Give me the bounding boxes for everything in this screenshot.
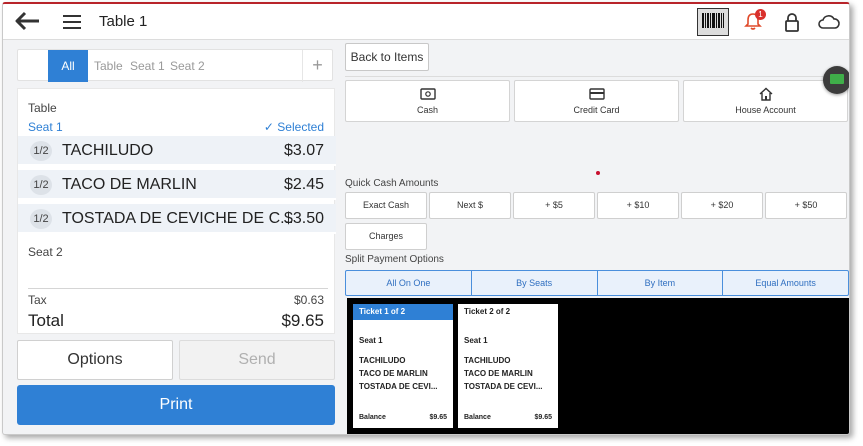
order-item-row[interactable]: 1/2 TACHILUDO $3.07 xyxy=(18,136,336,166)
item-quantity-badge: 1/2 xyxy=(30,175,52,195)
plus-50-button[interactable]: + $50 xyxy=(765,192,847,219)
menu-icon[interactable] xyxy=(63,15,81,29)
ticket-balance-value: $9.65 xyxy=(429,414,447,421)
notification-badge: 1 xyxy=(755,9,766,20)
ticket-header: Ticket 2 of 2 xyxy=(464,307,511,316)
next-dollar-button[interactable]: Next $ xyxy=(429,192,511,219)
item-name: TOSTADA DE CEVICHE DE C... xyxy=(62,210,294,227)
tax-label: Tax xyxy=(28,293,47,307)
credit-card-payment-button[interactable]: Credit Card xyxy=(514,80,679,122)
print-button[interactable]: Print xyxy=(17,385,335,425)
tab-seat-1[interactable]: Seat 1 xyxy=(130,50,165,82)
ticket-items: TACHILUDO TACO DE MARLIN TOSTADA DE CEVI… xyxy=(359,354,438,393)
ticket-seat: Seat 1 xyxy=(359,336,383,345)
order-list: Table Seat 1 ✓ Selected 1/2 TACHILUDO $3… xyxy=(17,88,336,334)
app-window: Table 1 1 All Table Seat 1 Seat 2 + Tabl… xyxy=(2,2,850,435)
chat-button[interactable] xyxy=(823,66,849,94)
order-panel: All Table Seat 1 Seat 2 + Table Seat 1 ✓… xyxy=(13,42,336,434)
seat-tabs: All Table Seat 1 Seat 2 + xyxy=(17,49,333,82)
item-quantity-badge: 1/2 xyxy=(30,141,52,161)
ticket-item: TACHILUDO xyxy=(464,356,511,365)
exact-cash-button[interactable]: Exact Cash xyxy=(345,192,427,219)
notifications-button[interactable]: 1 xyxy=(743,9,766,33)
cloud-icon[interactable] xyxy=(817,14,841,30)
item-quantity-badge: 1/2 xyxy=(30,209,52,229)
back-arrow-icon[interactable] xyxy=(15,11,41,31)
ticket-balance-label: Balance xyxy=(359,414,386,421)
back-to-items-button[interactable]: Back to Items xyxy=(345,43,429,71)
selected-indicator: ✓ Selected xyxy=(263,120,324,134)
ticket-item: TACO DE MARLIN xyxy=(359,369,428,378)
split-by-item[interactable]: By Item xyxy=(598,271,724,295)
header-divider xyxy=(345,76,849,77)
ticket-item: TOSTADA DE CEVI... xyxy=(359,382,438,391)
cash-icon xyxy=(419,88,436,100)
total-value: $9.65 xyxy=(281,311,324,330)
lock-icon[interactable] xyxy=(783,12,801,32)
ticket-balance-label: Balance xyxy=(464,414,491,421)
ticket-card[interactable]: Ticket 2 of 2 Seat 1 TACHILUDO TACO DE M… xyxy=(458,304,558,428)
quick-cash-title: Quick Cash Amounts xyxy=(345,178,439,189)
add-seat-button[interactable]: + xyxy=(302,50,332,82)
ticket-item: TACO DE MARLIN xyxy=(464,369,533,378)
ticket-items: TACHILUDO TACO DE MARLIN TOSTADA DE CEVI… xyxy=(464,354,543,393)
ticket-seat: Seat 1 xyxy=(464,336,488,345)
barcode-icon xyxy=(702,13,724,28)
credit-card-label: Credit Card xyxy=(573,105,620,115)
tickets-area: Ticket 1 of 2 Seat 1 TACHILUDO TACO DE M… xyxy=(347,298,849,434)
plus-20-button[interactable]: + $20 xyxy=(681,192,763,219)
plus-5-button[interactable]: + $5 xyxy=(513,192,595,219)
tab-seat-2[interactable]: Seat 2 xyxy=(170,50,205,82)
item-name: TACO DE MARLIN xyxy=(62,176,197,193)
item-price: $2.45 xyxy=(283,176,324,193)
status-dot xyxy=(596,171,600,175)
order-item-row[interactable]: 1/2 TOSTADA DE CEVICHE DE C... $3.50 xyxy=(18,204,336,234)
split-payment-title: Split Payment Options xyxy=(345,254,444,265)
cash-label: Cash xyxy=(416,105,438,115)
plus-10-button[interactable]: + $10 xyxy=(597,192,679,219)
page-title: Table 1 xyxy=(99,13,148,30)
table-section-label: Table xyxy=(28,101,57,115)
tab-table[interactable]: Table xyxy=(94,50,123,82)
charges-button[interactable]: Charges xyxy=(345,223,427,250)
seat-2-label[interactable]: Seat 2 xyxy=(28,245,63,259)
house-account-label: House Account xyxy=(735,105,796,115)
credit-card-icon xyxy=(588,88,605,100)
cash-payment-button[interactable]: Cash xyxy=(345,80,510,122)
barcode-scanner-button[interactable] xyxy=(697,8,729,36)
chat-icon xyxy=(830,74,844,84)
item-name: TACHILUDO xyxy=(62,142,154,159)
order-item-row[interactable]: 1/2 TACO DE MARLIN $2.45 xyxy=(18,170,336,200)
house-account-payment-button[interactable]: House Account xyxy=(683,80,848,122)
totals-divider xyxy=(28,288,328,289)
seat-1-label[interactable]: Seat 1 xyxy=(28,120,63,134)
ticket-balance-value: $9.65 xyxy=(534,414,552,421)
ticket-item: TOSTADA DE CEVI... xyxy=(464,382,543,391)
item-price: $3.50 xyxy=(283,210,324,227)
split-payment-options: All On One By Seats By Item Equal Amount… xyxy=(345,270,849,296)
tax-value: $0.63 xyxy=(293,293,324,307)
send-button[interactable]: Send xyxy=(179,340,335,380)
house-icon xyxy=(759,87,772,101)
ticket-header: Ticket 1 of 2 xyxy=(353,304,453,320)
split-equal-amounts[interactable]: Equal Amounts xyxy=(723,271,848,295)
split-all-on-one[interactable]: All On One xyxy=(346,271,472,295)
options-button[interactable]: Options xyxy=(17,340,173,380)
total-label: Total xyxy=(28,311,64,330)
top-bar: Table 1 1 xyxy=(3,4,849,40)
split-by-seats[interactable]: By Seats xyxy=(472,271,598,295)
item-price: $3.07 xyxy=(283,142,324,159)
ticket-card[interactable]: Ticket 1 of 2 Seat 1 TACHILUDO TACO DE M… xyxy=(353,304,453,428)
ticket-item: TACHILUDO xyxy=(359,356,406,365)
tab-all[interactable]: All xyxy=(48,50,88,82)
